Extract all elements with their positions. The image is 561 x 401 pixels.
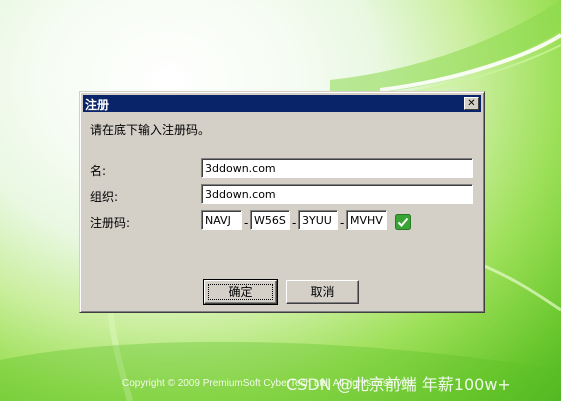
focus-rectangle [208,284,273,300]
cancel-button[interactable]: 取消 [286,280,359,304]
organization-label: 组织: [90,190,119,204]
cancel-button-label: 取消 [310,285,335,299]
name-field[interactable]: 3ddown.com [201,158,473,178]
name-label: 名: [90,164,107,178]
registration-code-label: 注册码: [90,216,131,230]
registration-dialog: 注册 ✕ 请在底下输入注册码。 名: 3ddown.com 组织: 3ddown… [79,91,485,313]
code-separator: - [244,216,249,230]
code-separator: - [340,216,345,230]
code-part-3[interactable]: 3YUU [298,210,338,230]
code-part-1[interactable]: NAVJ [201,210,242,230]
code-separator: - [292,216,297,230]
dialog-title: 注册 [85,98,110,112]
code-part-2[interactable]: W56S [250,210,290,230]
close-button[interactable]: ✕ [464,97,479,110]
instruction-text: 请在底下输入注册码。 [90,123,211,137]
organization-field[interactable]: 3ddown.com [201,184,473,204]
close-icon: ✕ [467,98,476,109]
check-icon [395,214,411,230]
watermark-text: CSDN @北京前端 年薪100w+ [286,375,511,394]
dialog-titlebar[interactable]: 注册 ✕ [83,95,481,112]
ok-button[interactable]: 确定 [203,279,278,305]
code-part-4[interactable]: MVHV [346,210,387,230]
